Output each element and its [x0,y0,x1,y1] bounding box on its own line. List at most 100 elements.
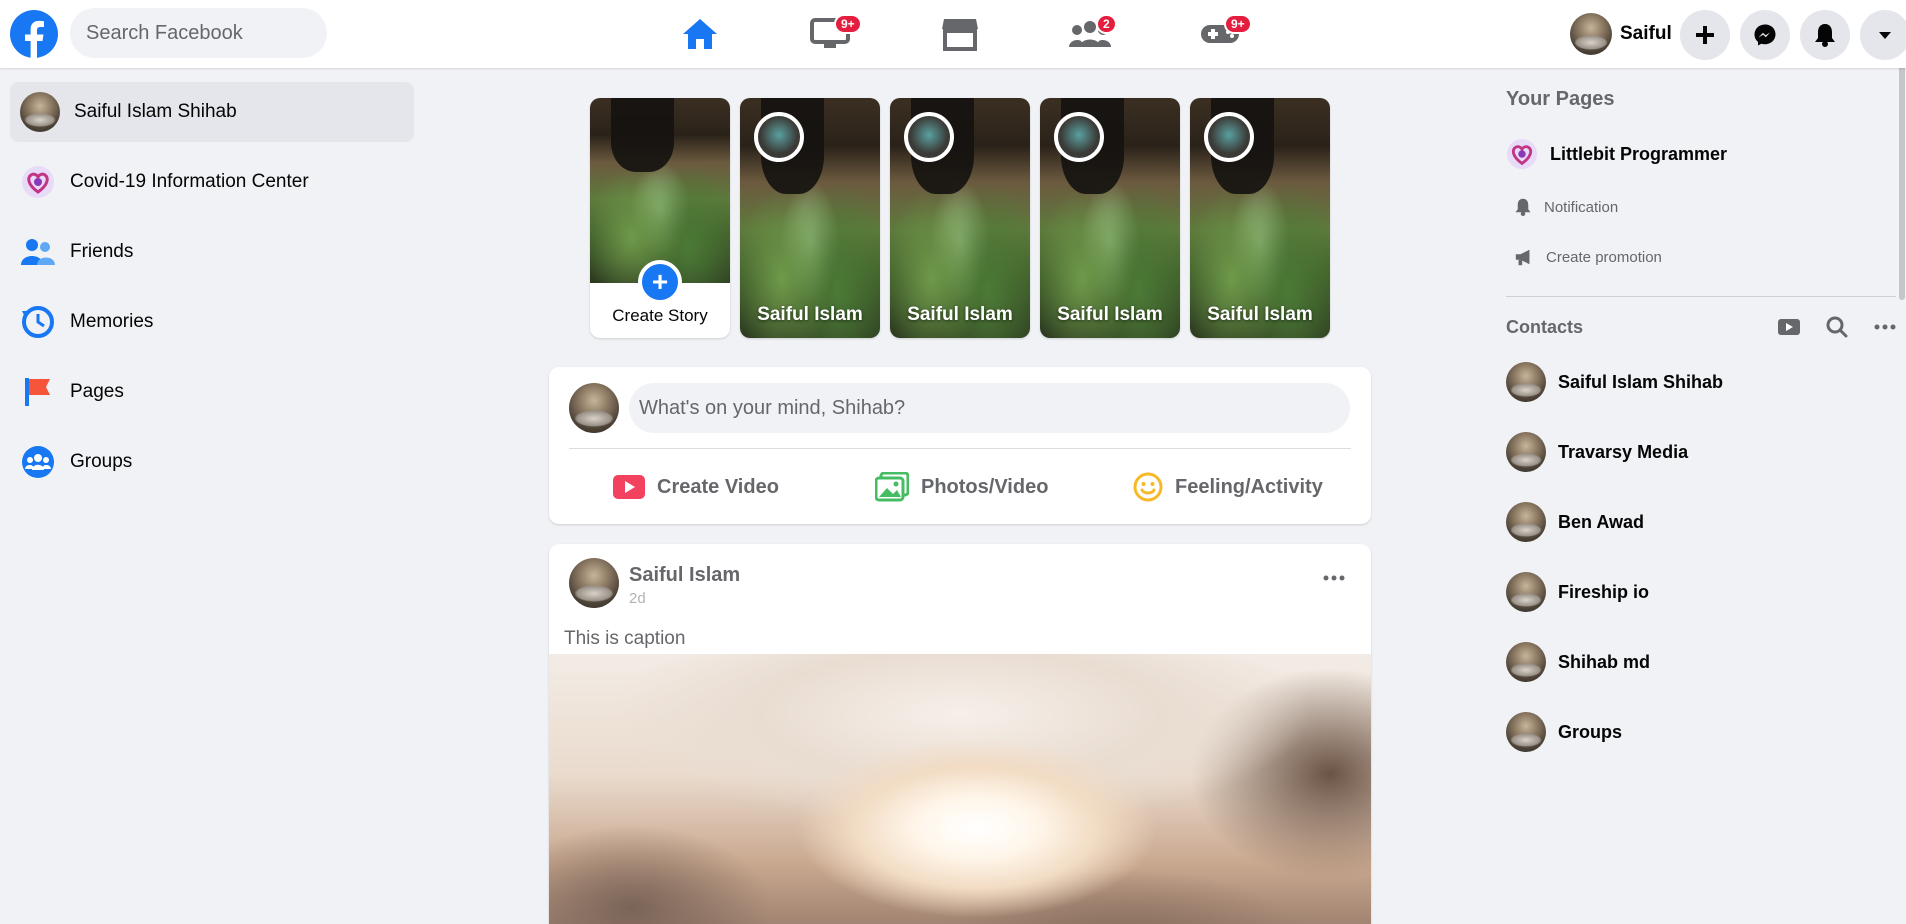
contact-name: Saiful Islam Shihab [1558,371,1724,392]
facebook-logo-icon[interactable] [10,10,58,58]
sidebar-item-label: Saiful Islam Shihab [74,101,237,122]
feed-post: Saiful Islam 2d This is caption [549,544,1371,924]
sidebar-item-label: Pages [70,381,124,402]
sidebar-item-profile[interactable]: Saiful Islam Shihab [10,82,414,142]
smile-icon [1133,472,1163,502]
gaming-badge: 9+ [1224,14,1252,34]
page-scrollbar[interactable] [1898,0,1906,924]
sidebar-item-label: Friends [70,241,134,262]
contact-item[interactable]: Shihab md [1506,627,1896,697]
page-notification-item[interactable]: Notification [1506,182,1896,232]
sidebar-item-covid[interactable]: Covid-19 Information Center [10,152,414,212]
left-sidebar: Saiful Islam Shihab Covid-19 Information… [10,82,414,502]
story-avatar [904,112,954,162]
create-video-button[interactable]: Create Video [613,467,779,507]
sidebar-item-label: Memories [70,311,154,332]
contact-item[interactable]: Saiful Islam Shihab [1506,347,1896,417]
photos-video-button[interactable]: Photos/Video [875,467,1048,507]
status-input[interactable]: What's on your mind, Shihab? [629,383,1350,433]
story-card[interactable]: Saiful Islam [740,98,880,338]
story-card[interactable]: Saiful Islam [1190,98,1330,338]
right-sidebar: Your Pages Littlebit Programmer Notifica… [1506,82,1896,767]
avatar [1506,642,1546,682]
divider [569,448,1351,449]
bell-icon [1815,24,1835,47]
story-card[interactable]: Saiful Islam [1040,98,1180,338]
story-name: Saiful Islam [1057,304,1163,325]
sidebar-item-friends[interactable]: Friends [10,222,414,282]
post-image[interactable] [549,654,1371,924]
sidebar-item-groups[interactable]: Groups [10,432,414,492]
top-navbar: Search Facebook 9+ 2 9+ Saiful [0,0,1906,68]
contact-item[interactable]: Ben Awad [1506,487,1896,557]
bell-icon [1515,198,1531,216]
notifications-button[interactable] [1800,10,1850,60]
heart-icon [20,164,56,200]
avatar [569,558,619,608]
more-options-icon[interactable] [1319,568,1349,588]
watch-badge: 9+ [834,14,862,34]
story-avatar [1054,112,1104,162]
search-icon[interactable] [1826,316,1848,338]
story-name: Saiful Islam [1207,304,1313,325]
avatar [1570,13,1612,55]
post-caption: This is caption [564,628,686,649]
account-menu-button[interactable] [1860,10,1906,60]
chevron-down-icon [1879,32,1891,39]
sidebar-item-pages[interactable]: Pages [10,362,414,422]
feeling-activity-label: Feeling/Activity [1175,475,1323,498]
memories-icon [20,304,56,340]
messenger-icon [1754,24,1776,46]
profile-chip[interactable]: Saiful [1570,10,1672,58]
more-options-icon[interactable] [1874,324,1896,330]
plus-icon [1696,26,1714,44]
plus-icon: + [638,260,682,304]
page-action-label: Notification [1544,198,1619,216]
contact-name: Shihab md [1558,651,1651,672]
create-plus-button[interactable] [1680,10,1730,60]
create-video-label: Create Video [657,475,779,498]
nav-marketplace-icon[interactable] [924,10,996,58]
page-action-label: Create promotion [1546,248,1662,266]
divider [1506,296,1896,297]
sidebar-item-memories[interactable]: Memories [10,292,414,352]
video-call-icon[interactable] [1778,318,1800,336]
flag-icon [20,374,56,410]
nav-watch-icon[interactable]: 9+ [794,10,866,58]
photos-video-label: Photos/Video [921,475,1049,498]
story-avatar [754,112,804,162]
post-author[interactable]: Saiful Islam [629,564,740,587]
avatar [1506,362,1546,402]
search-input[interactable]: Search Facebook [70,8,327,58]
sidebar-item-label: Covid-19 Information Center [70,171,309,192]
story-name: Saiful Islam [757,304,863,325]
avatar [569,383,619,433]
nav-gaming-icon[interactable]: 9+ [1184,10,1256,58]
feeling-activity-button[interactable]: Feeling/Activity [1133,467,1323,507]
your-pages-heading: Your Pages [1506,87,1615,110]
contact-name: Ben Awad [1558,511,1645,532]
megaphone-icon [1515,249,1530,266]
avatar [1506,712,1546,752]
avatar [1506,572,1546,612]
contact-item[interactable]: Travarsy Media [1506,417,1896,487]
nav-groups-icon[interactable]: 2 [1054,10,1126,58]
messenger-button[interactable] [1740,10,1790,60]
story-card[interactable]: Saiful Islam [890,98,1030,338]
contact-name: Travarsy Media [1558,441,1689,462]
contacts-header: Contacts [1506,307,1896,347]
contact-item[interactable]: Fireship io [1506,557,1896,627]
nav-home-icon[interactable] [664,10,736,58]
photos-icon [875,472,909,502]
page-create-promotion-item[interactable]: Create promotion [1506,232,1896,282]
page-item-littlebit[interactable]: Littlebit Programmer [1506,126,1896,182]
groups-badge: 2 [1096,14,1117,34]
profile-name: Saiful [1620,23,1672,44]
page-name: Littlebit Programmer [1550,143,1728,164]
create-story-card[interactable]: + Create Story [590,98,730,338]
post-timestamp[interactable]: 2d [629,590,646,607]
contact-item[interactable]: Groups [1506,697,1896,767]
story-image [590,98,730,283]
avatar [20,92,60,132]
sidebar-item-label: Groups [70,451,133,472]
